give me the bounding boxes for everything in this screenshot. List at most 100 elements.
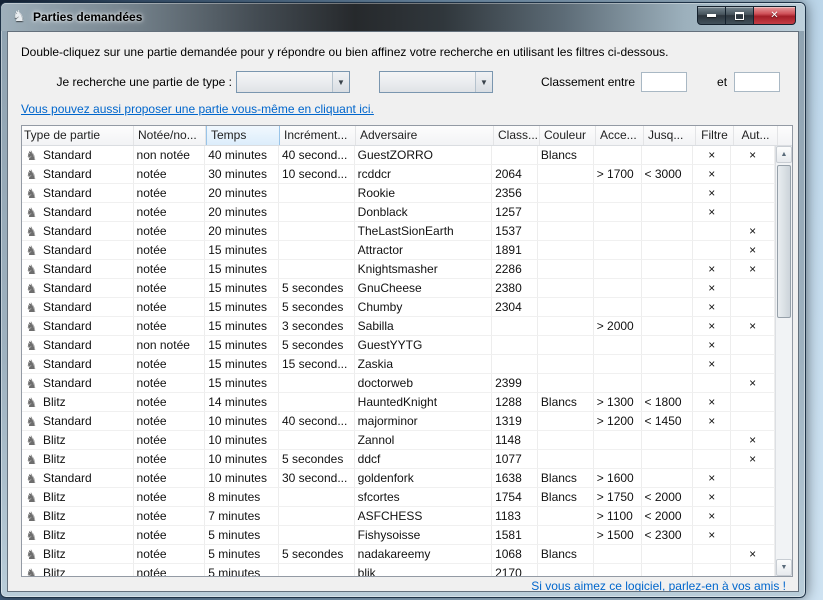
close-button[interactable]: ✕ bbox=[754, 6, 796, 25]
game-variant-select[interactable]: ▼ bbox=[379, 71, 493, 93]
cell-rating-max bbox=[642, 355, 694, 374]
table-row[interactable]: ♞ Blitz notée 7 minutes ASFCHESS 1183 > … bbox=[22, 507, 775, 526]
table-row[interactable]: ♞ Standard notée 15 minutes 5 secondes G… bbox=[22, 279, 775, 298]
scroll-down-button[interactable]: ▼ bbox=[776, 559, 792, 576]
chevron-down-icon: ▼ bbox=[332, 72, 349, 92]
cell-rating: 1891 bbox=[492, 241, 538, 260]
table-row[interactable]: ♞ Blitz notée 5 minutes 5 secondes nadak… bbox=[22, 545, 775, 564]
table-row[interactable]: ♞ Standard notée 15 minutes Attractor 18… bbox=[22, 241, 775, 260]
cell-color bbox=[538, 374, 594, 393]
table-row[interactable]: ♞ Blitz notée 5 minutes Fishysoisse 1581… bbox=[22, 526, 775, 545]
cell-color: Blancs bbox=[538, 469, 594, 488]
scrollbar-thumb[interactable] bbox=[777, 165, 791, 318]
cell-rating-min: > 1200 bbox=[594, 412, 642, 431]
share-link[interactable]: Si vous aimez ce logiciel, parlez-en à v… bbox=[531, 579, 786, 592]
rating-min-input[interactable] bbox=[641, 72, 687, 92]
cell-filter: × bbox=[693, 146, 731, 165]
table-row[interactable]: ♞ Blitz notée 10 minutes 5 secondes ddcf… bbox=[22, 450, 775, 469]
knight-icon: ♞ bbox=[24, 415, 39, 428]
cell-rating-max: < 3000 bbox=[642, 165, 694, 184]
titlebar[interactable]: ♞ Parties demandées ✕ bbox=[1, 3, 805, 31]
table-row[interactable]: ♞ Standard non notée 40 minutes 40 secon… bbox=[22, 146, 775, 165]
table-row[interactable]: ♞ Standard notée 10 minutes 40 second...… bbox=[22, 412, 775, 431]
cell-filter: × bbox=[693, 203, 731, 222]
cell-auto: × bbox=[731, 545, 775, 564]
table-row[interactable]: ♞ Standard notée 15 minutes Knightsmashe… bbox=[22, 260, 775, 279]
table-row[interactable]: ♞ Blitz notée 5 minutes blik 2170 bbox=[22, 564, 775, 576]
column-header-adversary[interactable]: Adversaire bbox=[356, 126, 494, 145]
cell-auto bbox=[731, 488, 775, 507]
cell-color: Blancs bbox=[538, 488, 594, 507]
cell-rating-max bbox=[642, 374, 694, 393]
cell-rating-min: > 2000 bbox=[594, 317, 642, 336]
cell-rating-max: < 1450 bbox=[642, 412, 694, 431]
cell-type: ♞ Standard bbox=[22, 222, 134, 241]
cell-rating-min: > 1100 bbox=[594, 507, 642, 526]
game-type-select[interactable]: ▼ bbox=[236, 71, 350, 93]
minimize-button[interactable] bbox=[697, 6, 726, 25]
cell-type-text: Standard bbox=[43, 374, 92, 392]
table-row[interactable]: ♞ Standard notée 30 minutes 10 second...… bbox=[22, 165, 775, 184]
seek-list-window: ♞ Parties demandées ✕ Double-cliquez sur… bbox=[0, 2, 806, 598]
cell-increment: 30 second... bbox=[279, 469, 355, 488]
cell-time: 15 minutes bbox=[205, 336, 279, 355]
column-header-color[interactable]: Couleur bbox=[540, 126, 596, 145]
table-row[interactable]: ♞ Blitz notée 14 minutes HauntedKnight 1… bbox=[22, 393, 775, 412]
cell-type: ♞ Standard bbox=[22, 374, 134, 393]
propose-game-link[interactable]: Vous pouvez aussi proposer une partie vo… bbox=[21, 102, 374, 116]
cell-type: ♞ Standard bbox=[22, 412, 134, 431]
cell-auto bbox=[731, 355, 775, 374]
cell-type: ♞ Blitz bbox=[22, 526, 134, 545]
knight-icon: ♞ bbox=[24, 244, 39, 257]
cell-rating-min bbox=[594, 374, 642, 393]
table-row[interactable]: ♞ Standard non notée 15 minutes 5 second… bbox=[22, 336, 775, 355]
table-row[interactable]: ♞ Standard notée 15 minutes doctorweb 23… bbox=[22, 374, 775, 393]
cell-rating: 2304 bbox=[492, 298, 538, 317]
cell-increment bbox=[279, 241, 355, 260]
table-row[interactable]: ♞ Standard notée 15 minutes 15 second...… bbox=[22, 355, 775, 374]
cell-time: 20 minutes bbox=[205, 222, 279, 241]
column-header-auto[interactable]: Aut... bbox=[734, 126, 778, 145]
cell-adversary: HauntedKnight bbox=[355, 393, 492, 412]
table-row[interactable]: ♞ Standard notée 10 minutes 30 second...… bbox=[22, 469, 775, 488]
table-row[interactable]: ♞ Standard notée 20 minutes Donblack 125… bbox=[22, 203, 775, 222]
cell-auto: × bbox=[731, 241, 775, 260]
scroll-up-button[interactable]: ▲ bbox=[776, 146, 792, 163]
column-header-min[interactable]: Acce... bbox=[596, 126, 644, 145]
cell-color bbox=[538, 317, 594, 336]
minimize-icon bbox=[707, 14, 716, 17]
table-row[interactable]: ♞ Standard notée 15 minutes 5 secondes C… bbox=[22, 298, 775, 317]
table-row[interactable]: ♞ Blitz notée 10 minutes Zannol 1148 × bbox=[22, 431, 775, 450]
cell-increment: 15 second... bbox=[279, 355, 355, 374]
column-header-type[interactable]: Type de partie bbox=[22, 126, 134, 145]
cell-adversary: Chumby bbox=[355, 298, 492, 317]
cell-adversary: goldenfork bbox=[355, 469, 492, 488]
cell-rating bbox=[492, 317, 538, 336]
table-row[interactable]: ♞ Blitz notée 8 minutes sfcortes 1754 Bl… bbox=[22, 488, 775, 507]
cell-adversary: GnuCheese bbox=[355, 279, 492, 298]
cell-auto: × bbox=[731, 374, 775, 393]
rating-max-input[interactable] bbox=[734, 72, 780, 92]
cell-rating: 1288 bbox=[492, 393, 538, 412]
column-header-max[interactable]: Jusq... bbox=[644, 126, 696, 145]
column-header-filter[interactable]: Filtre bbox=[696, 126, 734, 145]
cell-rating-min bbox=[594, 355, 642, 374]
cell-rating-min: > 1700 bbox=[594, 165, 642, 184]
column-header-rating[interactable]: Class... bbox=[494, 126, 540, 145]
table-row[interactable]: ♞ Standard notée 20 minutes TheLastSionE… bbox=[22, 222, 775, 241]
cell-rating-max bbox=[642, 469, 694, 488]
table-row[interactable]: ♞ Standard notée 20 minutes Rookie 2356 … bbox=[22, 184, 775, 203]
cell-type: ♞ Standard bbox=[22, 260, 134, 279]
cell-auto bbox=[731, 298, 775, 317]
cell-rating-min: > 1300 bbox=[594, 393, 642, 412]
table-row[interactable]: ♞ Standard notée 15 minutes 3 secondes S… bbox=[22, 317, 775, 336]
cell-time: 10 minutes bbox=[205, 431, 279, 450]
knight-icon: ♞ bbox=[24, 491, 39, 504]
knight-icon: ♞ bbox=[24, 510, 39, 523]
cell-filter: × bbox=[693, 393, 731, 412]
column-header-time[interactable]: Temps bbox=[206, 126, 280, 145]
column-header-increment[interactable]: Incrément... bbox=[280, 126, 356, 145]
column-header-rated[interactable]: Notée/no... bbox=[134, 126, 206, 145]
cell-rating-max bbox=[642, 450, 694, 469]
maximize-button[interactable] bbox=[726, 6, 754, 25]
